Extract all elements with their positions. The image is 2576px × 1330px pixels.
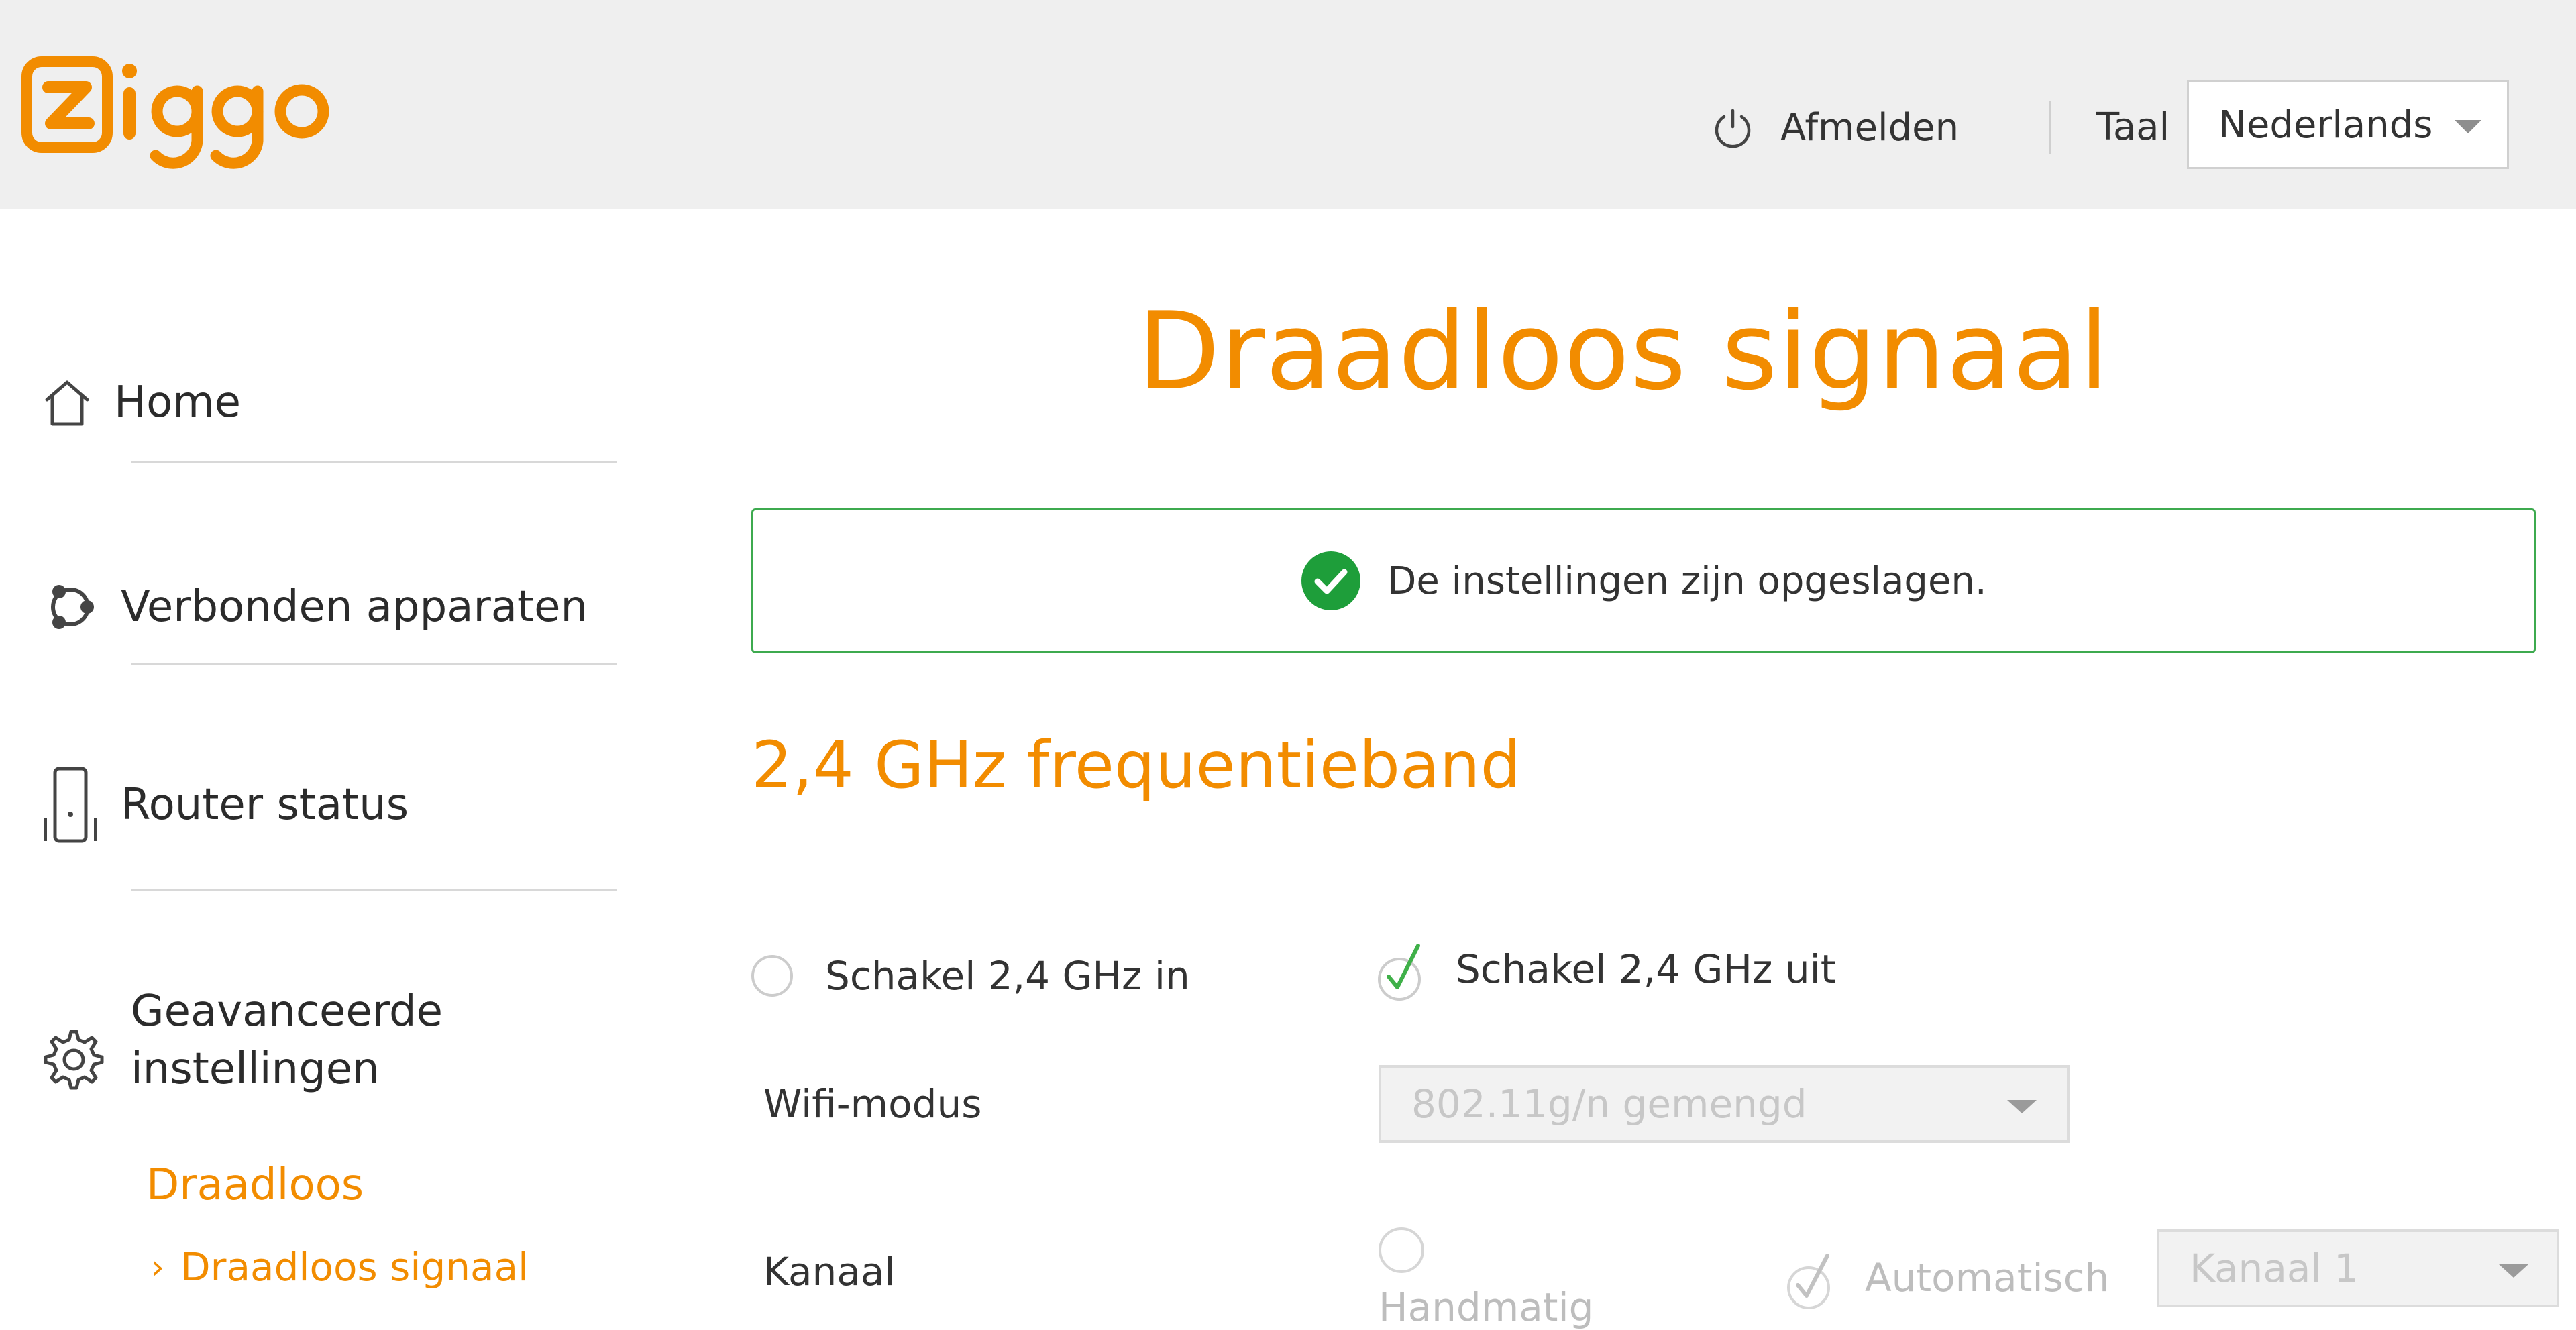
- devices-icon: [51, 585, 94, 629]
- radio-circle[interactable]: [751, 955, 793, 997]
- wifi-mode-select[interactable]: 802.11g/n gemengd: [1379, 1065, 2070, 1143]
- sidebar-item-label: Home: [114, 378, 241, 427]
- chevron-down-icon: [2455, 120, 2481, 133]
- sidebar-item-label: Verbonden apparaten: [121, 582, 588, 632]
- check-radio-icon[interactable]: [1784, 1241, 1838, 1315]
- wifi-mode-label: Wifi-modus: [763, 1081, 982, 1127]
- power-icon: [1715, 109, 1751, 148]
- radio-circle[interactable]: [1379, 1227, 1424, 1273]
- sidebar-item-router-status[interactable]: Router status: [40, 765, 409, 845]
- channel-label: Kanaal: [763, 1249, 896, 1294]
- sidebar-divider: [131, 889, 617, 891]
- sidebar-subitem-label: Draadloos signaal: [180, 1244, 529, 1290]
- success-notice: De instellingen zijn opgeslagen.: [751, 508, 2536, 653]
- band-on-label: Schakel 2,4 GHz in: [825, 953, 1190, 999]
- chevron-down-icon: [2499, 1264, 2528, 1278]
- channel-auto-radio[interactable]: Automatisch: [1784, 1231, 2109, 1325]
- channel-value: Kanaal 1: [2190, 1245, 2359, 1291]
- check-radio-icon[interactable]: [1375, 932, 1429, 1006]
- check-circle-icon: [1301, 551, 1361, 610]
- notice-message: De instellingen zijn opgeslagen.: [1387, 559, 1987, 603]
- chevron-right-icon: ›: [151, 1248, 164, 1286]
- chevron-down-icon: [2007, 1100, 2037, 1113]
- section-title: 2,4 GHz frequentieband: [751, 728, 1521, 803]
- sidebar-subgroup-draadloos[interactable]: Draadloos: [146, 1160, 364, 1210]
- sidebar-item-label: Geavanceerde instellingen: [131, 987, 443, 1094]
- ziggo-logo[interactable]: [21, 47, 337, 171]
- sidebar-item-verbonden-apparaten[interactable]: Verbonden apparaten: [40, 570, 588, 644]
- gear-icon: [44, 1030, 104, 1090]
- sidebar-divider: [131, 663, 617, 665]
- channel-manual-label: Handmatig: [1379, 1284, 1594, 1330]
- page-title: Draadloos signaal: [1137, 288, 2110, 414]
- home-icon: [45, 380, 89, 426]
- logout-label: Afmelden: [1780, 105, 1960, 150]
- sidebar-item-label: Router status: [121, 780, 409, 830]
- header-divider: [2049, 101, 2051, 154]
- channel-select[interactable]: Kanaal 1: [2157, 1229, 2559, 1307]
- wifi-mode-value: 802.11g/n gemengd: [1411, 1081, 1807, 1127]
- language-select[interactable]: Nederlands: [2187, 80, 2509, 169]
- channel-auto-label: Automatisch: [1865, 1255, 2110, 1300]
- band-on-radio[interactable]: Schakel 2,4 GHz in: [751, 946, 1190, 1006]
- band-off-radio[interactable]: Schakel 2,4 GHz uit: [1375, 929, 1836, 1009]
- language-label: Taal: [2096, 105, 2170, 149]
- channel-manual-radio[interactable]: Handmatig: [1379, 1227, 1593, 1330]
- router-icon: [44, 767, 97, 843]
- sidebar-item-home[interactable]: Home: [40, 369, 241, 436]
- language-selected-value: Nederlands: [2218, 103, 2433, 147]
- band-off-label: Schakel 2,4 GHz uit: [1456, 946, 1836, 992]
- sidebar-divider: [131, 461, 617, 463]
- logout-button[interactable]: Afmelden: [1711, 97, 1959, 158]
- sidebar-subitem-draadloos-signaal[interactable]: › Draadloos signaal: [151, 1244, 529, 1290]
